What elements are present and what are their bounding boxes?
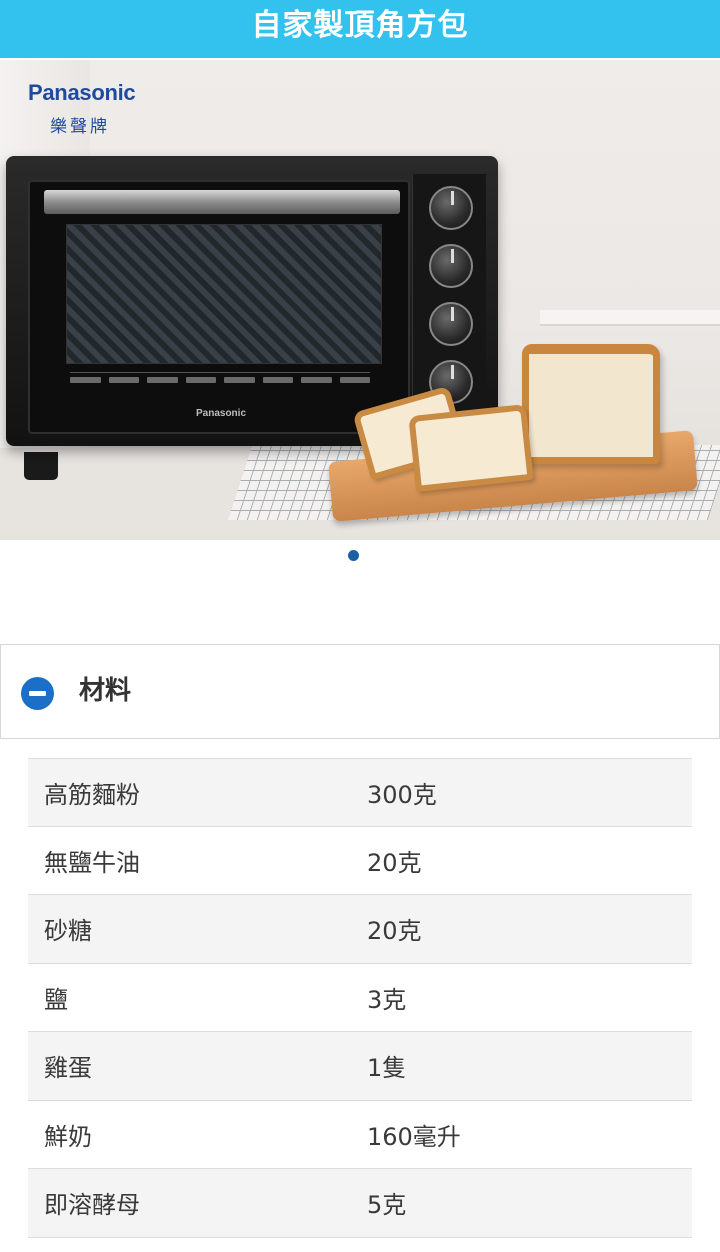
oven-knob xyxy=(429,302,473,346)
brand-name: Panasonic xyxy=(28,80,136,105)
table-row: 雞蛋 1隻 xyxy=(28,1032,692,1101)
ingredient-quantity: 20克 xyxy=(367,848,422,877)
ingredients-table: 高筋麵粉 300克 無鹽牛油 20克 砂糖 20克 鹽 3克 雞蛋 1隻 鮮奶 … xyxy=(28,758,692,1238)
page-title: 自家製頂角方包 xyxy=(251,8,469,43)
oven-handle xyxy=(44,190,400,214)
hero-image-carousel[interactable]: Panasonic 樂聲牌 Panasonic xyxy=(0,60,720,540)
oven-window xyxy=(66,224,382,364)
brand-logo: Panasonic 樂聲牌 xyxy=(28,80,136,137)
table-row: 無鹽牛油 20克 xyxy=(28,826,692,895)
materials-title: 材料 xyxy=(79,676,132,706)
ingredient-quantity: 160毫升 xyxy=(367,1122,461,1151)
table-row: 即溶酵母 5克 xyxy=(28,1169,692,1238)
ingredient-quantity: 1隻 xyxy=(367,1054,407,1083)
page-header: 自家製頂角方包 xyxy=(0,0,720,58)
oven-knob xyxy=(429,244,473,288)
collapse-minus-icon[interactable] xyxy=(21,677,54,710)
oven-foot-left xyxy=(24,452,58,480)
oven-knob xyxy=(429,186,473,230)
ingredient-quantity: 300克 xyxy=(367,780,437,809)
oven-door: Panasonic xyxy=(28,180,410,434)
materials-section-header[interactable]: 材料 xyxy=(0,644,720,739)
ingredient-name: 鮮奶 xyxy=(44,1122,92,1151)
ingredient-quantity: 3克 xyxy=(367,985,407,1014)
table-row: 高筋麵粉 300克 xyxy=(28,758,692,827)
table-row: 砂糖 20克 xyxy=(28,895,692,964)
shelf xyxy=(540,310,720,326)
ingredient-quantity: 20克 xyxy=(367,917,422,946)
ingredient-name: 雞蛋 xyxy=(44,1054,92,1083)
ingredient-name: 即溶酵母 xyxy=(44,1191,140,1220)
ingredient-quantity: 5克 xyxy=(367,1191,407,1220)
ingredient-name: 砂糖 xyxy=(44,917,92,946)
bread-loaf xyxy=(522,344,660,464)
oven-preset-labels xyxy=(70,372,370,386)
bread-slice xyxy=(408,404,534,492)
table-row: 鮮奶 160毫升 xyxy=(28,1100,692,1169)
table-row: 鹽 3克 xyxy=(28,963,692,1032)
ingredient-name: 無鹽牛油 xyxy=(44,848,140,877)
carousel-indicator-dot[interactable] xyxy=(348,550,359,561)
ingredient-name: 鹽 xyxy=(44,985,68,1014)
brand-subtitle: 樂聲牌 xyxy=(50,117,110,137)
ingredient-name: 高筋麵粉 xyxy=(44,780,140,809)
